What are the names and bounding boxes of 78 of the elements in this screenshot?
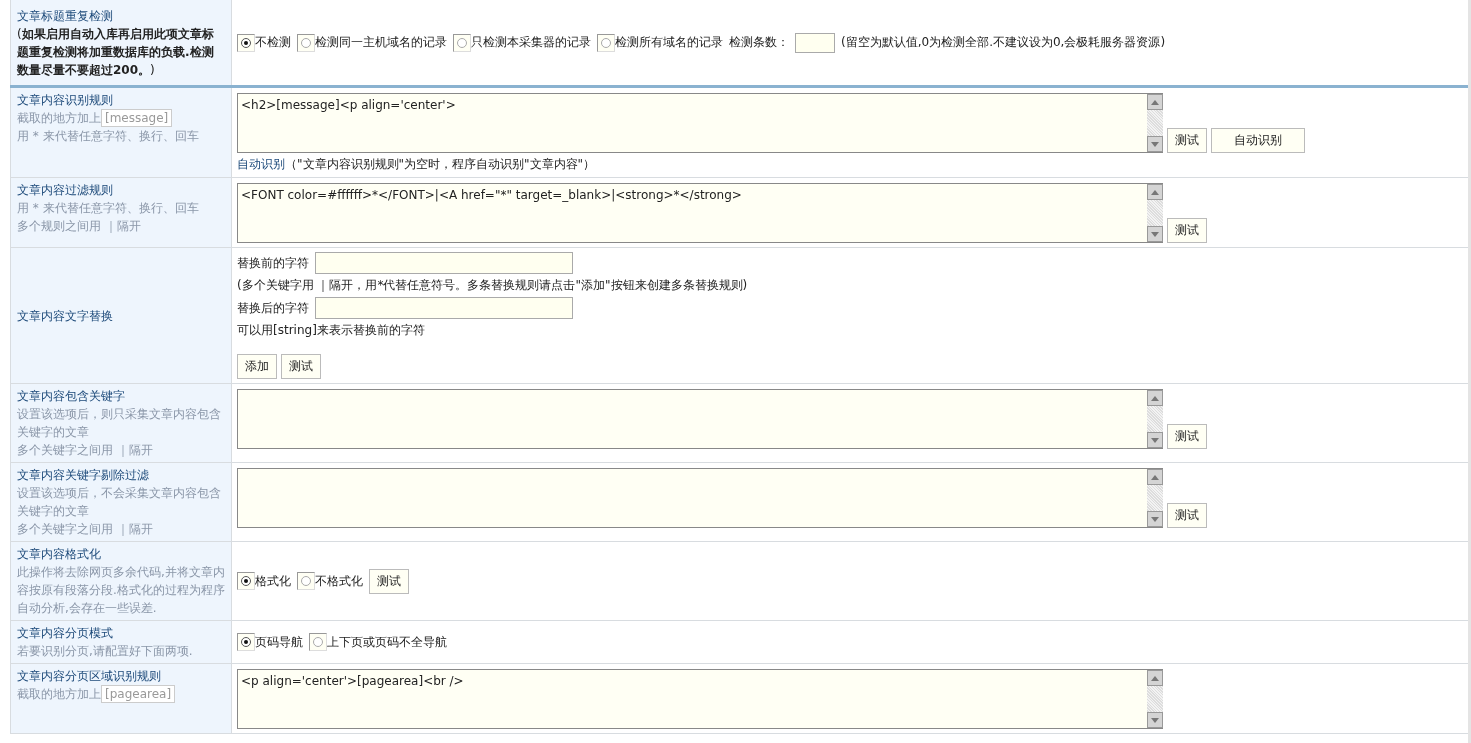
row-title: 文章内容格式化 [17, 546, 102, 563]
text-area[interactable]: <p align='center'>[pagearea]<br /> [237, 669, 1163, 729]
scroll-up-icon[interactable] [1147, 94, 1163, 110]
help-text: 截取的地方加上 [17, 686, 101, 703]
scrollbar[interactable] [1147, 94, 1163, 152]
count-note: (留空为默认值,0为检测全部.不建议设为0,会极耗服务器资源) [841, 34, 1166, 51]
scrollbar[interactable] [1147, 184, 1163, 242]
help-text: 多个关键字之间用 ｜隔开 [17, 442, 153, 459]
help-text: (多个关键字用 ｜隔开，用*代替任意符号。多条替换规则请点击"添加"按钮来创建多条替换规则) [237, 277, 749, 294]
hint-text: （"文章内容识别规则"为空时，程序自动识别"文章内容"） [285, 157, 596, 171]
row-title: 文章内容分页模式 [17, 625, 114, 642]
input-field[interactable] [315, 252, 573, 274]
help-text: 可以用[string]来表示替换前的字符 [237, 322, 426, 339]
row-title: 文章内容文字替换 [17, 307, 114, 325]
row-title: 文章内容过滤规则 [17, 182, 114, 199]
option-label: 格式化 [255, 572, 291, 590]
radio-button[interactable] [313, 637, 323, 647]
field-label: 替换后的字符 [237, 299, 309, 317]
radio-button[interactable] [301, 576, 311, 586]
row-title: 文章内容包含关键字 [17, 388, 126, 405]
scroll-down-icon[interactable] [1147, 511, 1163, 527]
option-label: 只检测本采集器的记录 [471, 34, 591, 51]
help-text: 用 * 来代替任意字符、换行、回车 [17, 200, 199, 217]
row-title: 文章内容识别规则 [17, 92, 114, 109]
radio-button[interactable] [301, 37, 311, 48]
scrollbar[interactable] [1147, 390, 1163, 448]
test-button[interactable]: 测试 [1167, 424, 1207, 449]
test-button[interactable]: 测试 [1167, 503, 1207, 528]
option-label: 检测同一主机域名的记录 [315, 34, 447, 51]
code-tag: [message] [101, 109, 173, 127]
help-text: 用 * 来代替任意字符、换行、回车 [17, 128, 199, 145]
auto-detect-link[interactable]: 自动识别 [237, 157, 285, 171]
scroll-down-icon[interactable] [1147, 712, 1163, 728]
test-button[interactable]: 测试 [1167, 218, 1207, 243]
radio-button[interactable] [241, 37, 251, 48]
auto-detect-button[interactable]: 自动识别 [1211, 128, 1305, 153]
warning-text: (如果启用自动入库再启用此项文章标题重复检测将加重数据库的负载.检测数量尽量不要超过200。) [17, 25, 215, 79]
option-label: 检测所有域名的记录 [615, 34, 723, 51]
test-button[interactable]: 测试 [281, 354, 321, 379]
radio-button[interactable] [241, 576, 251, 586]
help-text: 多个规则之间用 ｜隔开 [17, 218, 141, 235]
add-button[interactable]: 添加 [237, 354, 277, 379]
radio-button[interactable] [457, 37, 467, 48]
test-button[interactable]: 测试 [1167, 128, 1207, 153]
test-button[interactable]: 测试 [369, 568, 409, 594]
scroll-down-icon[interactable] [1147, 226, 1163, 242]
help-text: 截取的地方加上 [17, 110, 101, 127]
scroll-down-icon[interactable] [1147, 136, 1163, 152]
help-text: 多个关键字之间用 ｜隔开 [17, 521, 153, 538]
input-field[interactable] [315, 297, 573, 319]
text-area[interactable]: <FONT color=#ffffff>*</FONT>|<A href="*" target=_blank>|<strong>*</strong> [237, 183, 1163, 243]
scroll-up-icon[interactable] [1147, 469, 1163, 485]
scrollbar[interactable] [1147, 469, 1163, 527]
row-title: 文章内容关键字剔除过滤 [17, 467, 150, 484]
row-title: 文章内容分页区域识别规则 [17, 668, 162, 685]
count-field[interactable] [795, 32, 835, 53]
code-tag: [pagearea] [101, 685, 176, 703]
help-text: 设置该选项后，则只采集文章内容包含关键字的文章 [17, 406, 222, 441]
field-label: 替换前的字符 [237, 254, 309, 272]
option-label: 页码导航 [255, 633, 303, 651]
help-text: 若要识别分页,请配置好下面两项. [17, 643, 193, 660]
scroll-up-icon[interactable] [1147, 670, 1163, 686]
option-label: 上下页或页码不全导航 [327, 633, 447, 651]
radio-button[interactable] [601, 37, 611, 48]
text-area[interactable] [237, 468, 1163, 528]
scroll-up-icon[interactable] [1147, 390, 1163, 406]
help-text: 此操作将去除网页多余代码,并将文章内容按原有段落分段.格式化的过程为程序自动分析,会存在一些误差. [17, 564, 225, 617]
text-area[interactable] [237, 389, 1163, 449]
option-label: 不检测 [255, 34, 291, 51]
scroll-up-icon[interactable] [1147, 184, 1163, 200]
text-area[interactable]: <h2>[message]<p align='center'> [237, 93, 1163, 153]
scroll-down-icon[interactable] [1147, 432, 1163, 448]
scrollbar[interactable] [1147, 670, 1163, 728]
help-text: 设置该选项后，不会采集文章内容包含关键字的文章 [17, 485, 222, 520]
option-label: 不格式化 [315, 572, 363, 590]
row-title: 文章标题重复检测 [17, 7, 114, 25]
count-label: 检测条数： [729, 34, 789, 51]
radio-button[interactable] [241, 637, 251, 647]
